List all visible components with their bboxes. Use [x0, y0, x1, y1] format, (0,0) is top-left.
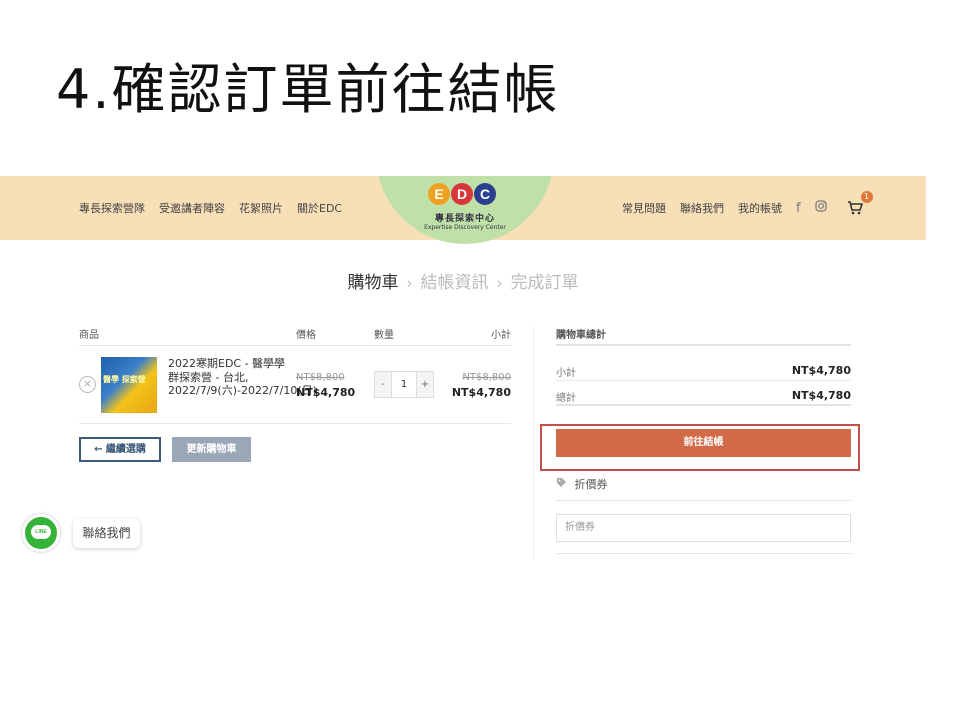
column-product: 商品	[79, 330, 99, 341]
cart-totals: 購物車總計 小計 NT$4,780 總計 NT$4,780	[556, 326, 851, 406]
quantity-minus-button[interactable]: -	[375, 372, 391, 397]
price-original: NT$8,800	[296, 372, 345, 383]
slide-title: 4.確認訂單前往結帳	[56, 58, 560, 121]
cart-table: 商品 價格 數量 小計 × 醫學 探索營 2022寒期EDC - 醫學學群探索營…	[79, 326, 511, 424]
total-label: 總計	[556, 393, 576, 404]
subtotal-row: 小計 NT$4,780	[556, 356, 851, 381]
subtotal-sale: NT$4,780	[451, 386, 511, 399]
facebook-icon[interactable]: f	[796, 201, 801, 216]
site-logo[interactable]: E D C	[428, 183, 496, 205]
chevron-right-icon: ›	[406, 274, 413, 292]
step-checkout-info[interactable]: 結帳資訊	[421, 273, 489, 293]
column-subtotal: 小計	[491, 330, 511, 341]
update-cart-button[interactable]: 更新購物車	[172, 437, 251, 462]
cart-totals-title: 購物車總計	[556, 326, 851, 346]
subtotal-original: NT$8,800	[462, 372, 511, 383]
cart-count-badge: 1	[860, 191, 873, 203]
quantity-input[interactable]: 1	[391, 372, 417, 397]
logo-english: Expertise Discovery Center	[424, 224, 506, 231]
nav-item-account[interactable]: 我的帳號	[738, 200, 782, 216]
logo-letter-c: C	[474, 183, 496, 205]
nav-item-speakers[interactable]: 受邀講者陣容	[159, 200, 225, 216]
step-cart: 購物車	[347, 273, 399, 293]
step-complete: 完成訂單	[510, 273, 579, 293]
remove-item-icon[interactable]: ×	[79, 376, 96, 393]
nav-item-contact[interactable]: 聯絡我們	[680, 200, 724, 216]
nav-item-faq[interactable]: 常見問題	[622, 200, 666, 216]
logo-letter-d: D	[451, 183, 473, 205]
table-row: × 醫學 探索營 2022寒期EDC - 醫學學群探索營 - 台北, 2022/…	[79, 346, 511, 424]
coupon-input[interactable]: 折價券	[556, 514, 851, 542]
continue-shopping-button[interactable]: ← 繼續選購	[79, 437, 161, 462]
column-divider	[533, 326, 534, 560]
nav-item-camps[interactable]: 專長探索營隊	[79, 200, 145, 216]
quantity-plus-button[interactable]: +	[417, 372, 433, 397]
nav-item-photos[interactable]: 花絮照片	[239, 200, 283, 216]
logo-letter-e: E	[428, 183, 450, 205]
column-price: 價格	[296, 330, 316, 341]
subtotal-value: NT$4,780	[791, 364, 851, 377]
divider	[556, 553, 851, 554]
line-icon: LINE	[31, 525, 51, 539]
divider	[556, 500, 851, 501]
cart-icon[interactable]: 1	[847, 191, 873, 215]
thumbnail-text: 醫學 探索營	[103, 375, 146, 384]
website-screenshot: E D C 專長探索中心 Expertise Discovery Center …	[0, 176, 926, 560]
column-quantity: 數量	[374, 330, 394, 341]
tag-icon	[556, 478, 571, 491]
instagram-icon[interactable]	[814, 200, 827, 216]
chevron-right-icon: ›	[496, 274, 503, 292]
total-value: NT$4,780	[791, 389, 851, 402]
subtotal-label: 小計	[556, 368, 576, 379]
coupon-heading: 折價券	[556, 476, 608, 492]
line-chat-button[interactable]: LINE	[22, 514, 60, 552]
product-thumbnail[interactable]: 醫學 探索營	[101, 357, 157, 413]
contact-us-button[interactable]: 聯絡我們	[73, 519, 140, 548]
proceed-to-checkout-button[interactable]: 前往結帳	[556, 429, 851, 457]
total-row: 總計 NT$4,780	[556, 381, 851, 406]
nav-right: 常見問題 聯絡我們 我的帳號 f 1	[622, 191, 873, 216]
price-sale: NT$4,780	[296, 386, 356, 399]
coupon-title: 折價券	[574, 478, 608, 491]
site-header: E D C 專長探索中心 Expertise Discovery Center …	[0, 176, 926, 244]
checkout-steps: 購物車 › 結帳資訊 › 完成訂單	[0, 268, 926, 293]
logo-name: 專長探索中心	[434, 214, 495, 224]
nav-left: 專長探索營隊 受邀講者陣容 花絮照片 關於EDC	[79, 200, 342, 216]
product-name-link[interactable]: 2022寒期EDC - 醫學學群探索營 - 台北, 2022/7/9(六)-20…	[168, 357, 317, 398]
nav-item-about[interactable]: 關於EDC	[297, 200, 342, 216]
quantity-stepper: - 1 +	[374, 371, 434, 398]
table-header: 商品 價格 數量 小計	[79, 326, 511, 346]
